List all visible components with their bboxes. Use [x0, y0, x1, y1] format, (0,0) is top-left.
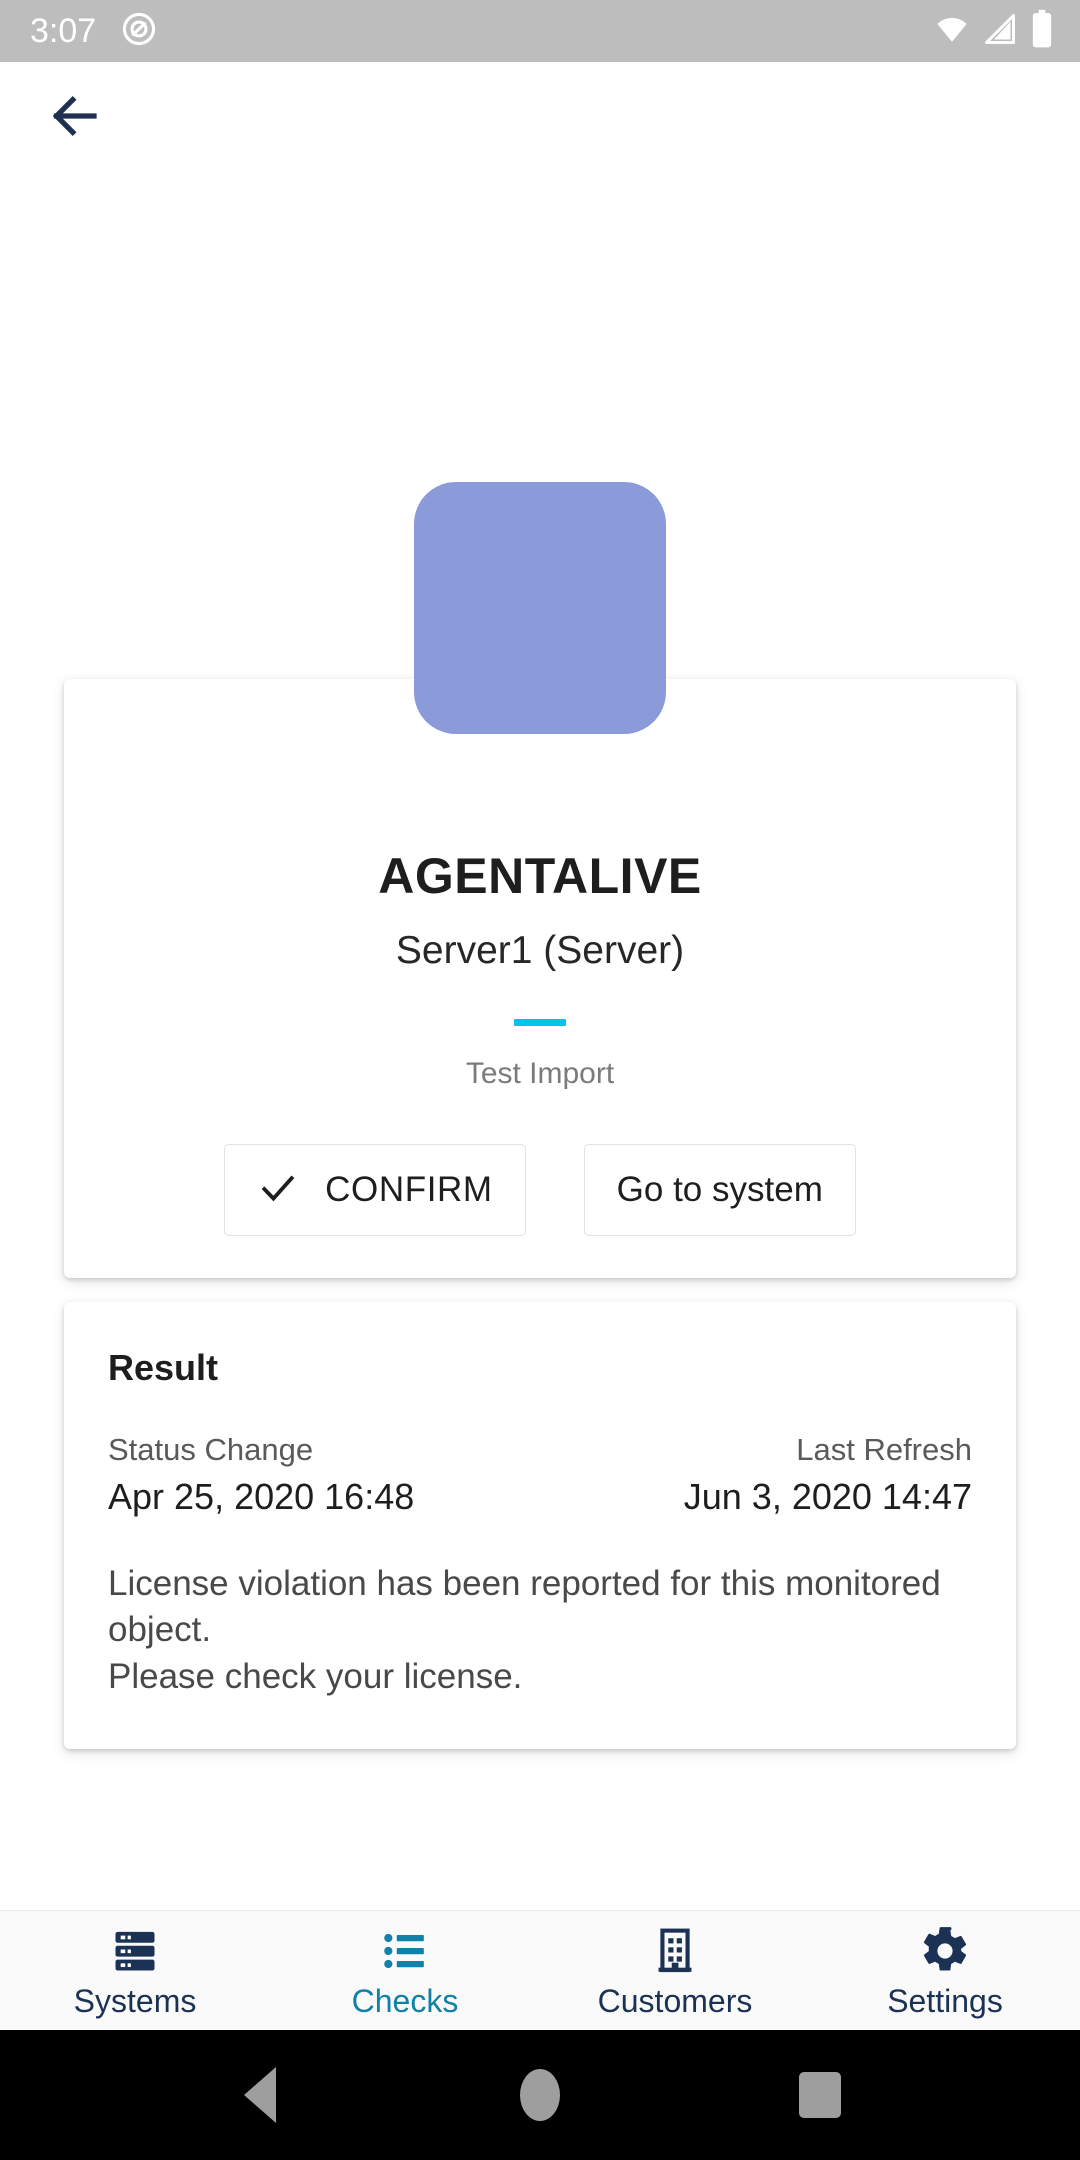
- status-bar-clock: 3:07: [30, 12, 97, 50]
- status-bar-right: [934, 9, 1054, 54]
- android-back-button[interactable]: [200, 2030, 320, 2160]
- check-icon: [257, 1167, 299, 1212]
- arrow-left-icon: [44, 86, 104, 151]
- confirm-button[interactable]: CONFIRM: [224, 1143, 526, 1236]
- nav-label-settings: Settings: [887, 1982, 1003, 2019]
- action-button-row: CONFIRM Go to system: [64, 1143, 1016, 1236]
- servers-icon: [109, 1925, 161, 1977]
- page-title: AGENTALIVE: [378, 848, 702, 904]
- android-home-button[interactable]: [480, 2030, 600, 2160]
- confirm-button-label: CONFIRM: [325, 1170, 493, 1210]
- system-detail-card: AGENTALIVE Server1 (Server) Test Import …: [64, 679, 1016, 1278]
- content-area: AGENTALIVE Server1 (Server) Test Import …: [0, 174, 1080, 1910]
- gear-icon: [919, 1925, 971, 1977]
- notification-circle-icon: [120, 10, 158, 53]
- nav-item-systems[interactable]: Systems: [0, 1911, 270, 2030]
- result-meta-row: Status Change Apr 25, 2020 16:48 Last Re…: [108, 1431, 972, 1519]
- app-bar: [0, 62, 1080, 174]
- nav-item-checks[interactable]: Checks: [270, 1911, 540, 2030]
- last-refresh-label: Last Refresh: [796, 1432, 972, 1468]
- cellular-signal-icon: [982, 11, 1018, 52]
- status-bar-left: 3:07: [30, 10, 158, 53]
- back-button[interactable]: [36, 80, 112, 156]
- circle-home-icon: [520, 2069, 560, 2121]
- accent-divider: [514, 1018, 566, 1026]
- android-recents-button[interactable]: [760, 2030, 880, 2160]
- last-refresh-block: Last Refresh Jun 3, 2020 14:47: [684, 1431, 972, 1519]
- result-heading: Result: [108, 1347, 219, 1388]
- go-to-system-button[interactable]: Go to system: [583, 1143, 856, 1236]
- square-recents-icon: [799, 2072, 841, 2118]
- go-to-system-button-label: Go to system: [616, 1170, 823, 1210]
- status-bar: 3:07: [0, 0, 1080, 62]
- android-system-navigation: [0, 2030, 1080, 2160]
- phone-screen: 3:07 AGENTALIVE Server1 (Server) Test Im…: [0, 0, 1080, 2160]
- nav-label-checks: Checks: [351, 1982, 459, 2019]
- triangle-back-icon: [244, 2067, 276, 2123]
- status-change-block: Status Change Apr 25, 2020 16:48: [108, 1431, 414, 1519]
- nav-label-customers: Customers: [597, 1982, 753, 2019]
- status-change-label: Status Change: [108, 1432, 314, 1468]
- status-change-value: Apr 25, 2020 16:48: [108, 1475, 415, 1517]
- wifi-icon: [934, 11, 970, 52]
- check-name: Test Import: [465, 1056, 615, 1090]
- nav-item-customers[interactable]: Customers: [540, 1911, 810, 2030]
- battery-icon: [1030, 9, 1054, 54]
- result-card: Result Status Change Apr 25, 2020 16:48 …: [64, 1302, 1016, 1749]
- system-subtitle: Server1 (Server): [395, 929, 685, 972]
- last-refresh-value: Jun 3, 2020 14:47: [683, 1475, 972, 1517]
- nav-item-settings[interactable]: Settings: [810, 1911, 1080, 2030]
- result-message: License violation has been reported for …: [108, 1563, 941, 1697]
- list-icon: [379, 1925, 431, 1977]
- bottom-navigation: Systems Checks Customers Settings: [0, 1910, 1080, 2030]
- building-icon: [649, 1925, 701, 1977]
- nav-label-systems: Systems: [73, 1982, 197, 2019]
